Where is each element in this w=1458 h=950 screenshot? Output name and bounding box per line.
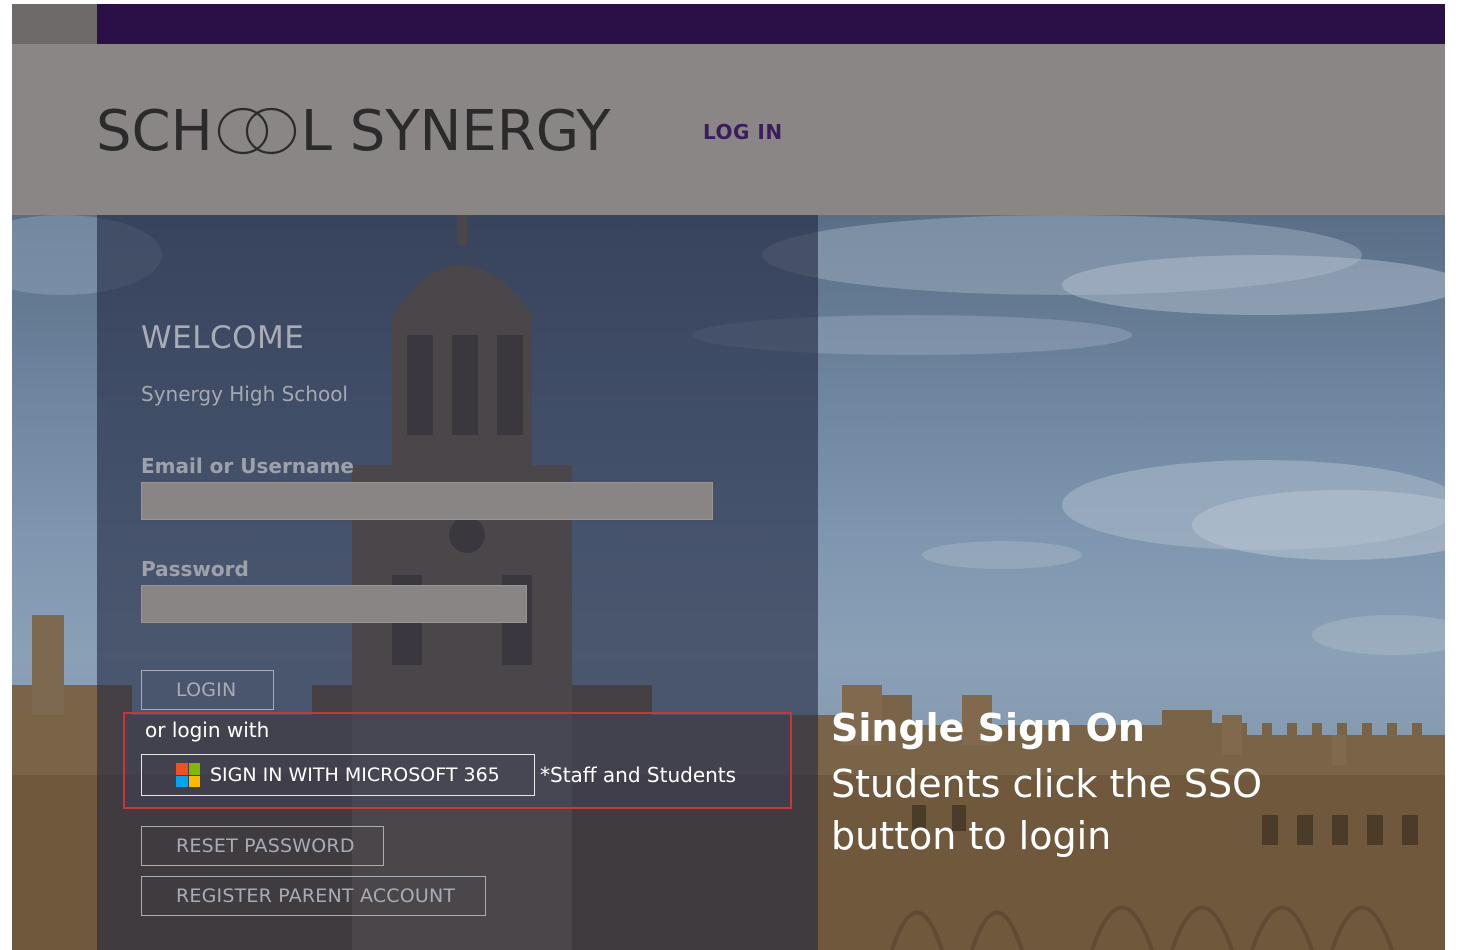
logo-text-part-1: SCH (96, 98, 213, 164)
logo-text-part-2: L SYNERGY (300, 98, 611, 164)
password-label: Password (141, 557, 249, 581)
microsoft-sign-in-label: SIGN IN WITH MICROSOFT 365 (210, 764, 500, 786)
sso-title: Single Sign On (831, 706, 1145, 750)
top-bar (97, 4, 1445, 44)
register-parent-account-label: REGISTER PARENT ACCOUNT (176, 885, 456, 907)
nav-login-link[interactable]: LOG IN (703, 120, 783, 144)
login-button[interactable]: LOGIN (141, 670, 274, 710)
staff-and-students-note: *Staff and Students (540, 763, 737, 787)
password-field[interactable] (141, 585, 527, 623)
microsoft-sign-in-button[interactable]: SIGN IN WITH MICROSOFT 365 (141, 754, 535, 796)
register-parent-account-button[interactable]: REGISTER PARENT ACCOUNT (141, 876, 486, 916)
reset-password-button[interactable]: RESET PASSWORD (141, 826, 384, 866)
sso-description: Students click the SSO button to login (831, 762, 1263, 858)
microsoft-logo-icon (176, 763, 200, 787)
logo-rings-icon (217, 107, 296, 155)
reset-password-label: RESET PASSWORD (176, 835, 355, 857)
top-bar-left-block (12, 4, 97, 44)
or-login-with-text: or login with (145, 718, 270, 742)
login-button-label: LOGIN (176, 679, 237, 701)
school-synergy-logo[interactable]: SCH L SYNERGY (96, 96, 611, 166)
email-field[interactable] (141, 482, 713, 520)
site-header: SCH L SYNERGY LOG IN (12, 44, 1445, 215)
email-label: Email or Username (141, 454, 354, 478)
welcome-heading: WELCOME (141, 320, 305, 356)
school-name: Synergy High School (141, 382, 348, 406)
